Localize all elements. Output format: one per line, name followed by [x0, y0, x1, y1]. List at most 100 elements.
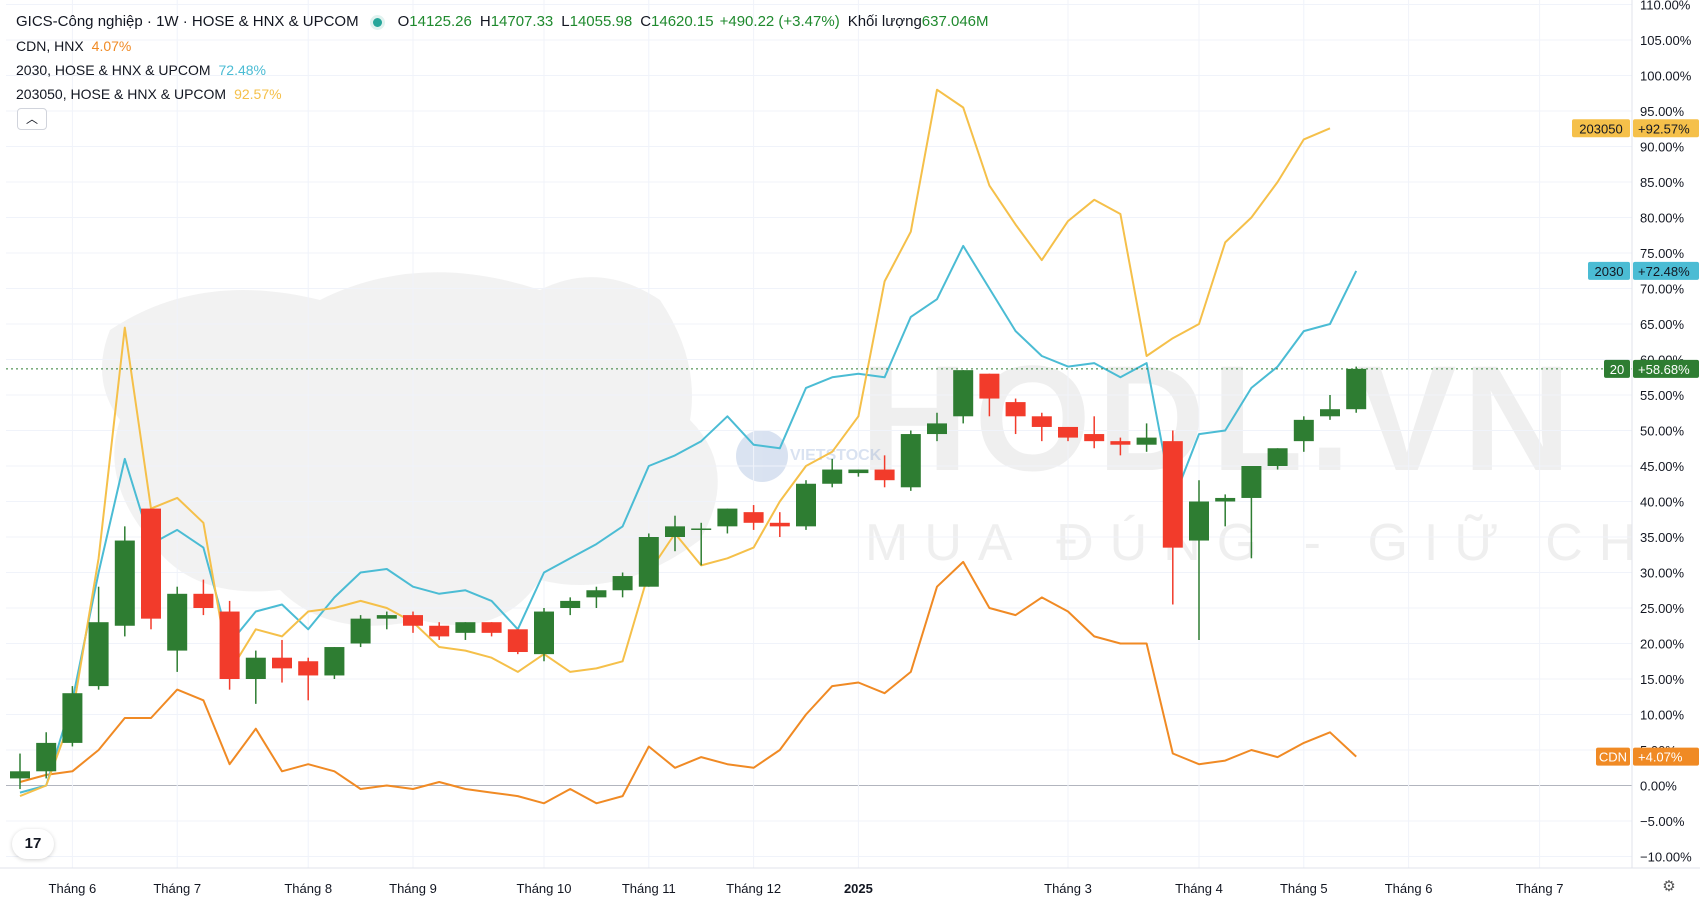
candle-body	[560, 600, 581, 608]
legend-row-203050[interactable]: 203050, HOSE & HNX & UPCOM 92.57%	[16, 82, 995, 106]
candle	[62, 686, 83, 747]
symbol-title[interactable]: GICS-Công nghiệp · 1W · HOSE & HNX & UPC…	[16, 13, 359, 30]
y-tick-label: 45.00%	[1640, 459, 1685, 474]
x-axis: Tháng 6 Tháng 7 Tháng 8 Tháng 9 Tháng 10 Thán…	[0, 867, 1700, 898]
watermark-small-text: VIETSTOCK	[790, 447, 882, 464]
candle	[796, 480, 816, 530]
chevron-up-icon: ︿	[25, 112, 38, 126]
high-value: 14707.33	[490, 13, 554, 30]
y-tick-label: 100.00%	[1640, 69, 1692, 84]
axis-tag: 2030 +72.48%	[1588, 261, 1699, 280]
candle-body	[1162, 441, 1183, 548]
x-tick-label: Tháng 8	[284, 881, 332, 896]
candle-body	[88, 622, 109, 687]
candle	[769, 512, 790, 537]
x-tick-label: Tháng 11	[622, 881, 676, 896]
axis-tag-value: +92.57%	[1638, 121, 1690, 136]
gear-icon[interactable]: ⚙	[1654, 876, 1684, 898]
candle-body	[1346, 368, 1367, 410]
y-tick-label: 75.00%	[1640, 246, 1685, 261]
candle-body	[848, 469, 869, 474]
candle-body	[927, 423, 947, 435]
candle-body	[10, 771, 30, 779]
legend-name-cdn: CDN, HNX	[16, 38, 84, 54]
candle	[455, 622, 476, 640]
candle-body	[429, 625, 450, 637]
candle-body	[36, 742, 57, 772]
axis-tag-label: 203050	[1579, 121, 1622, 136]
candle-body	[979, 373, 1000, 399]
candle-body	[167, 593, 188, 651]
candle-body	[481, 622, 502, 633]
collapse-legend-button[interactable]: ︿	[17, 108, 47, 130]
y-tick-label: 70.00%	[1640, 282, 1685, 297]
candle-body	[1110, 441, 1131, 445]
candle-body	[350, 618, 371, 644]
x-tick-label: Tháng 7	[153, 881, 201, 896]
candle-body	[114, 540, 135, 626]
tradingview-logo[interactable]: 17	[12, 829, 54, 859]
candle	[1162, 430, 1183, 605]
candle	[219, 600, 240, 690]
candle	[953, 370, 974, 424]
candle-body	[1005, 402, 1026, 417]
candle	[612, 572, 633, 598]
y-tick-label: 15.00%	[1640, 672, 1685, 687]
market-status-icon	[372, 17, 382, 27]
x-tick-label: Tháng 12	[726, 881, 781, 896]
volume-value: 637.046M	[921, 13, 989, 30]
candle-body	[769, 522, 790, 527]
candle-body	[900, 434, 921, 488]
low-value: 14055.98	[569, 13, 633, 30]
candle	[717, 508, 738, 534]
y-tick-label: 0.00%	[1640, 779, 1677, 794]
candle	[141, 508, 161, 630]
candle	[900, 430, 921, 491]
candle-body	[1241, 466, 1262, 498]
volume-label: Khối lượng	[847, 13, 922, 30]
legend-row-cdn[interactable]: CDN, HNX 4.07%	[16, 34, 995, 58]
candle-body	[141, 508, 161, 619]
candle-body	[1058, 426, 1078, 438]
candle-body	[874, 469, 895, 481]
candle-body	[534, 611, 554, 655]
y-tick-label: 65.00%	[1640, 317, 1685, 332]
candle	[1346, 366, 1367, 413]
y-tick-label: 110.00%	[1640, 0, 1691, 13]
candle-body	[665, 526, 685, 537]
y-tick-label: 20.00%	[1640, 637, 1685, 652]
legend-pct-203050: 92.57%	[234, 86, 282, 102]
candle	[638, 533, 659, 587]
candle	[114, 526, 135, 637]
x-tick-label: Tháng 9	[389, 881, 437, 896]
close-value: 14620.15	[651, 13, 714, 30]
legend: GICS-Công nghiệp · 1W · HOSE & HNX & UPC…	[16, 10, 995, 106]
candle	[36, 732, 57, 779]
candle-body	[1267, 448, 1288, 466]
candle-body	[219, 611, 240, 679]
candle	[245, 650, 266, 704]
open-label: O	[397, 13, 410, 30]
y-tick-label: 50.00%	[1640, 424, 1685, 439]
candle	[429, 622, 450, 640]
legend-name-203050: 203050, HOSE & HNX & UPCOM	[16, 86, 227, 102]
axis-tag-value: +58.68%	[1638, 362, 1690, 377]
axis-tag-value: +4.07%	[1638, 750, 1683, 765]
candle-body	[1031, 416, 1052, 427]
legend-pct-2030: 72.48%	[218, 62, 266, 78]
y-tick-label: 55.00%	[1640, 388, 1685, 403]
candle-body	[586, 590, 607, 598]
watermark-small-globe-icon	[736, 430, 788, 482]
legend-row-2030[interactable]: 2030, HOSE & HNX & UPCOM 72.48%	[16, 58, 995, 82]
candle	[534, 608, 554, 662]
candle-body	[743, 512, 764, 523]
candle-body	[507, 629, 528, 653]
y-tick-label: −5.00%	[1640, 814, 1685, 829]
chart[interactable]: HODL.VN MUA ĐÚNG - GIỮ CHẶT VIETSTOCK 11…	[0, 0, 1700, 898]
open-value: 14125.26	[409, 13, 472, 30]
candle	[272, 639, 292, 683]
candle-body	[403, 615, 423, 626]
close-label: C	[640, 13, 652, 30]
y-tick-label: 40.00%	[1640, 495, 1685, 510]
x-tick-label: Tháng 7	[1516, 881, 1564, 896]
